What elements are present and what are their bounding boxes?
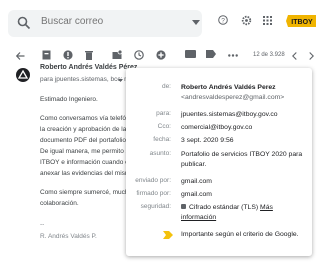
security-label: seguridad: (140, 203, 171, 210)
importance-text: Importante según el criterio de Google. (181, 231, 299, 238)
to-label: para: (156, 110, 171, 117)
mark-unread-icon[interactable] (112, 50, 122, 60)
security-text: Cifrado estándar (TLS) (189, 204, 259, 211)
next-icon[interactable] (309, 52, 314, 60)
from-label: de: (161, 83, 171, 90)
sender-name[interactable]: Roberto Andrés Valdés Pérez (40, 64, 137, 71)
signature-separator: -- (40, 221, 45, 228)
gear-icon[interactable] (241, 15, 252, 26)
lock-icon (181, 203, 186, 209)
top-bar: ? ITBOY (0, 0, 323, 38)
body-line: Como siempre sumercé, mucha (40, 189, 133, 196)
add-to-tasks-icon[interactable] (156, 50, 166, 60)
avatar (16, 68, 30, 82)
search-input[interactable] (41, 16, 181, 27)
sender-details-popup: de: Roberto Andrés Valdés Perez <andresv… (126, 68, 312, 256)
importance-marker-icon (163, 231, 173, 239)
show-details-icon[interactable] (118, 79, 123, 82)
search-icon[interactable] (17, 16, 31, 30)
mailed-by-value: gmail.com (181, 178, 212, 185)
body-line: anexar las evidencias del mism (40, 170, 131, 177)
to-value[interactable]: jpuentes.sistemas@itboy.gov.co (181, 110, 309, 120)
delete-icon[interactable] (85, 50, 93, 60)
signature-name: R. Andrés Valdés P. (40, 233, 97, 240)
recipients-summary[interactable]: para jpuentes.sistemas, bcc: m (40, 76, 130, 83)
date-label: fecha: (153, 136, 171, 143)
security-value: Cifrado estándar (TLS) Más información (181, 203, 309, 223)
snooze-icon[interactable] (134, 50, 144, 60)
help-icon[interactable]: ? (218, 15, 228, 25)
body-line: ITBOY e información cuando el (40, 159, 131, 166)
search-options-icon[interactable] (192, 20, 200, 25)
avatar-logo-icon (17, 69, 29, 79)
mailed-by-label: enviado por: (135, 177, 171, 184)
body-line: documento PDF del portafolio c (40, 137, 132, 144)
date-value: 3 sept. 2020 9:56 (181, 137, 234, 144)
more-info-link-cont[interactable]: información (181, 214, 216, 221)
bcc-label: Cco: (157, 123, 171, 130)
archive-icon[interactable] (42, 50, 51, 60)
from-value: Roberto Andrés Valdés Perez <andresvalde… (181, 83, 309, 103)
back-arrow-icon[interactable] (16, 52, 25, 60)
search-box[interactable] (8, 10, 202, 37)
subject-value: Portafolio de servicios ITBOY 2020 para … (181, 151, 303, 168)
body-line: De igual manera, me permito s (40, 148, 129, 155)
report-spam-icon[interactable] (63, 50, 73, 60)
previous-icon[interactable] (292, 52, 297, 60)
from-email[interactable]: <andresvaldesperez@gmail.com> (181, 94, 284, 101)
more-options-icon[interactable] (228, 54, 238, 57)
bcc-value[interactable]: comercial@itboy.gov.co (181, 123, 309, 133)
subject-label: asunto: (149, 150, 171, 157)
itboy-logo[interactable]: ITBOY (286, 14, 318, 28)
body-line: la creación y aprobación de la n (40, 126, 132, 133)
from-name: Roberto Andrés Valdés Perez (181, 84, 276, 91)
label-icon[interactable] (206, 50, 216, 58)
move-to-icon[interactable] (185, 50, 196, 58)
greeting: Estimado Ingeniero. (40, 96, 98, 103)
body-line: colaboración. (40, 200, 79, 207)
body-line: Como conversamos vía telefón (40, 115, 130, 122)
svg-text:ITBOY: ITBOY (291, 19, 313, 26)
page-counter: 12 de 3.928 (253, 52, 285, 58)
svg-text:?: ? (221, 18, 225, 25)
signed-by-label: firmado por: (136, 190, 171, 197)
signed-by-value: gmail.com (181, 191, 212, 198)
apps-grid-icon[interactable] (263, 16, 272, 25)
more-info-link[interactable]: Más (260, 204, 273, 211)
